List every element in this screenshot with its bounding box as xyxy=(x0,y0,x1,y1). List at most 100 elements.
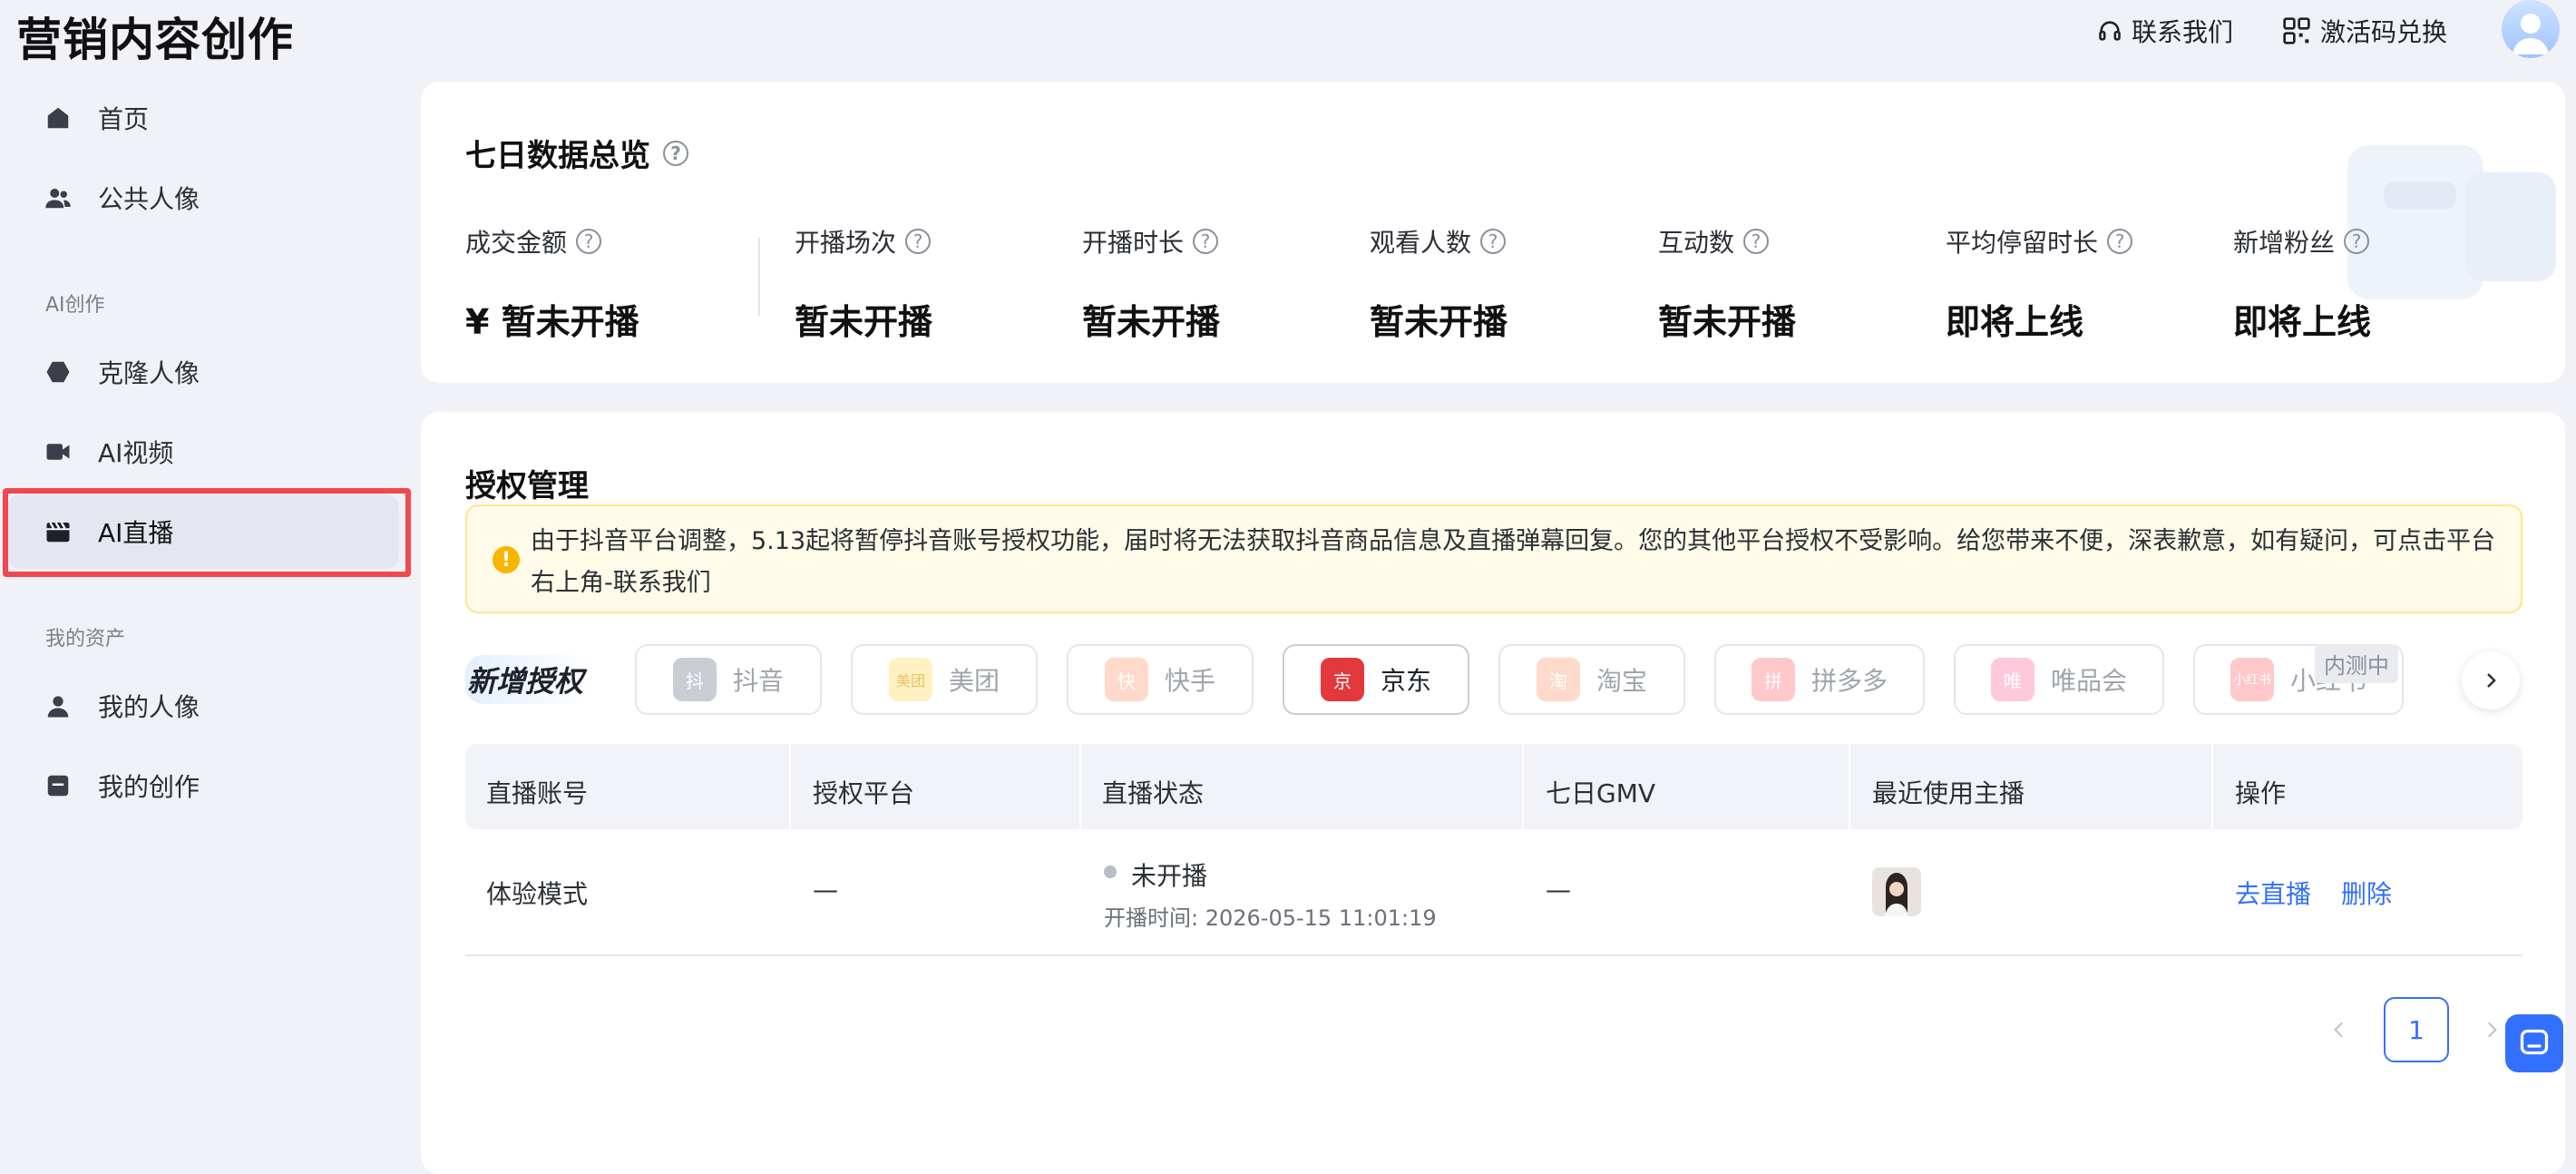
sidebar-item-ai-video[interactable]: AI视频 xyxy=(0,412,417,492)
platform-jd[interactable]: 京 京东 xyxy=(1283,644,1469,715)
table-header-row xyxy=(465,744,2522,829)
help-icon[interactable]: ? xyxy=(1743,229,1770,254)
host-avatar xyxy=(1872,867,1921,916)
users-icon xyxy=(44,183,73,212)
user-avatar-icon xyxy=(2513,14,2549,54)
column-header: 最近使用主播 xyxy=(1872,778,2025,808)
user-icon xyxy=(44,691,73,720)
platform-vipshop[interactable]: 唯 唯品会 xyxy=(1954,644,2164,715)
stat-value: 暂未开播 xyxy=(1370,302,1508,342)
column-header: 七日GMV xyxy=(1546,778,1656,808)
stat-avg-stay: 平均停留时长? 即将上线 xyxy=(1946,223,2133,344)
platform-label: 唯品会 xyxy=(2050,666,2127,696)
sidebar-item-clone-avatar[interactable]: 克隆人像 xyxy=(0,332,417,412)
meituan-logo-icon: 美团 xyxy=(888,658,932,701)
notice-text: 由于抖音平台调整，5.13起将暂停抖音账号授权功能，届时将无法获取抖音商品信息及… xyxy=(531,527,2496,597)
kuaishou-logo-icon: 快 xyxy=(1104,658,1148,701)
sidebar-section-assets: 我的资产 xyxy=(45,628,126,651)
video-camera-icon xyxy=(44,437,73,466)
col-divider xyxy=(2211,744,2213,829)
platform-label: 淘宝 xyxy=(1595,666,1647,696)
sidebar-item-my-avatar[interactable]: 我的人像 xyxy=(0,666,417,746)
chevron-right-icon xyxy=(2487,1022,2497,1038)
col-divider xyxy=(1849,744,1850,829)
status-dot xyxy=(1104,866,1117,878)
sidebar-item-label: AI直播 xyxy=(98,518,174,548)
platform-label: 拼多多 xyxy=(1810,666,1888,696)
chevron-right-icon xyxy=(2487,673,2496,688)
pinduoduo-logo-icon: 拼 xyxy=(1751,658,1795,701)
notice-banner: ! 由于抖音平台调整，5.13起将暂停抖音账号授权功能，届时将无法获取抖音商品信… xyxy=(465,504,2522,613)
go-live-link[interactable]: 去直播 xyxy=(2235,875,2311,911)
sidebar-item-public-avatar[interactable]: 公共人像 xyxy=(0,158,417,238)
stat-label: 观看人数 xyxy=(1370,228,1472,258)
help-icon[interactable]: ? xyxy=(576,229,602,254)
platform-label: 快手 xyxy=(1164,666,1215,696)
sidebar-section-ai: AI创作 xyxy=(45,294,105,317)
help-icon[interactable]: ? xyxy=(1193,229,1219,254)
column-header: 操作 xyxy=(2235,778,2287,808)
warning-icon: ! xyxy=(493,546,520,573)
help-icon[interactable]: ? xyxy=(2107,229,2133,254)
pagination-prev-button[interactable] xyxy=(2327,1014,2351,1049)
stat-gmv: 成交金额? ¥ 暂未开播 xyxy=(465,223,639,344)
chat-support-button[interactable] xyxy=(2505,1014,2563,1072)
stat-label: 平均停留时长 xyxy=(1946,228,2099,258)
help-icon[interactable]: ? xyxy=(1480,229,1507,254)
delete-link[interactable]: 删除 xyxy=(2341,875,2392,911)
help-icon[interactable]: ? xyxy=(663,140,688,166)
pagination-next-button[interactable] xyxy=(2480,1014,2503,1049)
row-account: 体验模式 xyxy=(486,879,589,909)
row-start-time: 开播时间: 2026-05-15 11:01:19 xyxy=(1104,905,1437,931)
overview-title: 七日数据总览 xyxy=(465,138,650,174)
platform-pinduoduo[interactable]: 拼 拼多多 xyxy=(1714,644,1925,715)
stat-value: 暂未开播 xyxy=(795,302,933,342)
stat-duration: 开播时长? 暂未开播 xyxy=(1082,223,1220,344)
stat-value: 即将上线 xyxy=(2233,302,2372,342)
sidebar-item-home[interactable]: 首页 xyxy=(0,78,417,158)
help-icon[interactable]: ? xyxy=(2344,229,2370,254)
platform-kuaishou[interactable]: 快 快手 xyxy=(1067,644,1254,715)
sidebar-item-label: AI视频 xyxy=(98,438,174,468)
sidebar-item-label: 首页 xyxy=(98,104,150,134)
user-avatar[interactable] xyxy=(2502,0,2560,58)
platform-taobao[interactable]: 淘 淘宝 xyxy=(1498,644,1685,715)
platform-douyin[interactable]: 抖 抖音 xyxy=(635,644,822,715)
headset-icon xyxy=(2099,21,2121,41)
platform-label: 抖音 xyxy=(732,666,784,696)
platform-meituan[interactable]: 美团 美团 xyxy=(851,644,1038,715)
stat-label: 开播场次 xyxy=(795,228,897,258)
contact-us-link[interactable]: 联系我们 xyxy=(2097,13,2233,49)
stat-label: 开播时长 xyxy=(1082,228,1185,258)
xiaohongshu-logo-icon: 小红书 xyxy=(2230,658,2274,701)
stat-new-fans: 新增粉丝? 即将上线 xyxy=(2233,223,2371,344)
auth-title: 授权管理 xyxy=(465,468,589,504)
sidebar-item-my-creation[interactable]: 我的创作 xyxy=(0,746,417,826)
clapperboard-icon xyxy=(44,517,73,546)
col-divider xyxy=(1079,744,1081,829)
chevron-left-icon xyxy=(2334,1022,2344,1038)
column-header: 直播账号 xyxy=(486,778,589,808)
redeem-code-link[interactable]: 激活码兑换 xyxy=(2282,13,2447,49)
platforms-next-button[interactable] xyxy=(2462,651,2520,709)
redeem-code-label: 激活码兑换 xyxy=(2320,17,2448,47)
column-header: 授权平台 xyxy=(813,778,915,808)
sidebar-item-label: 公共人像 xyxy=(98,184,200,214)
clone-icon xyxy=(44,357,73,386)
pagination-page-1[interactable]: 1 xyxy=(2384,997,2449,1062)
help-icon[interactable]: ? xyxy=(905,229,932,254)
add-auth-label: 新增授权 xyxy=(467,664,584,699)
stat-value: ¥ 暂未开播 xyxy=(465,302,639,342)
sidebar-item-label: 我的创作 xyxy=(98,772,200,802)
sidebar-item-label: 我的人像 xyxy=(98,692,200,722)
row-status: 未开播 xyxy=(1131,861,1208,891)
host-avatar-icon xyxy=(1885,873,1908,916)
beta-badge: 内测中 xyxy=(2315,644,2398,683)
row-gmv: — xyxy=(1546,875,1571,905)
stat-interactions: 互动数? 暂未开播 xyxy=(1658,223,1796,344)
column-header: 直播状态 xyxy=(1102,778,1205,808)
taobao-logo-icon: 淘 xyxy=(1536,658,1580,701)
stat-viewers: 观看人数? 暂未开播 xyxy=(1370,223,1508,344)
sidebar-item-ai-live[interactable]: AI直播 xyxy=(0,492,417,572)
vipshop-logo-icon: 唯 xyxy=(1990,658,2034,701)
